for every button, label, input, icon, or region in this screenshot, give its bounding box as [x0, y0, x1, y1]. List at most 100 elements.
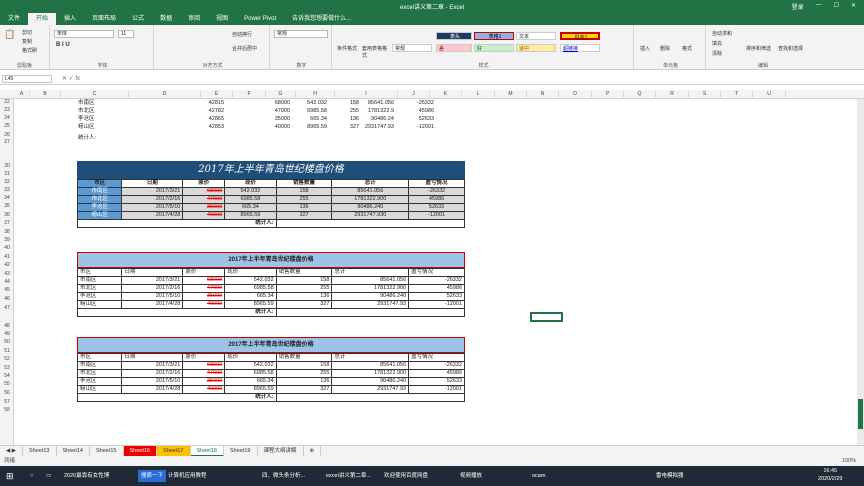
style-finance1[interactable]: 财务1 — [560, 32, 600, 41]
header-cell[interactable]: 原价 — [182, 268, 226, 277]
header-cell[interactable]: 日期 — [121, 353, 184, 362]
col-header-R[interactable]: R — [656, 90, 689, 99]
header-cell[interactable]: 日期 — [121, 268, 184, 277]
cut-button[interactable]: 剪切 — [22, 29, 32, 36]
top-cell[interactable]: 崂山区 — [78, 123, 95, 131]
data-cell[interactable]: 市北区 — [76, 284, 123, 293]
data-cell[interactable]: 2017/3/21 — [121, 276, 184, 285]
data-cell[interactable]: 45986 — [408, 195, 465, 204]
data-cell[interactable]: 2017/2/16 — [121, 195, 184, 204]
style-table1[interactable]: 表格1 — [474, 32, 514, 40]
top-cell[interactable]: 2931747.93 — [364, 123, 394, 131]
data-cell[interactable]: 崂山区 — [76, 211, 123, 220]
fx-icon[interactable]: ✕ ✓ fx — [62, 75, 80, 82]
clock[interactable]: 16:45 2020/2/29 — [818, 467, 842, 482]
col-header-T[interactable]: T — [721, 90, 753, 99]
row-header-40[interactable]: 40 — [0, 245, 14, 251]
wrap-text-button[interactable]: 自动换行 — [232, 31, 252, 38]
data-cell[interactable]: 158 — [275, 276, 333, 285]
row-header-24[interactable]: 24 — [0, 115, 14, 121]
table-format-button[interactable]: 套用表格格式 — [362, 45, 388, 59]
data-cell[interactable]: 68000 — [182, 361, 226, 370]
style-normal[interactable]: 常规 — [392, 44, 432, 52]
data-cell[interactable]: 327 — [275, 300, 333, 309]
data-cell[interactable]: 8965.59 — [224, 385, 277, 394]
header-cell[interactable]: 盈亏情况 — [408, 353, 465, 362]
data-cell[interactable]: 90486.240 — [331, 203, 410, 212]
col-header-F[interactable]: F — [233, 90, 266, 99]
col-header-J[interactable]: J — [398, 90, 430, 99]
data-cell[interactable]: 85641.056 — [331, 361, 410, 370]
tab-5[interactable]: 数据 — [152, 13, 180, 25]
tab-1[interactable]: 开始 — [28, 13, 57, 25]
row-header-58[interactable]: 58 — [0, 407, 14, 413]
data-cell[interactable]: 市南区 — [76, 187, 123, 196]
number-format-select[interactable]: 常规 — [274, 30, 328, 38]
row-header-46[interactable]: 46 — [0, 296, 14, 302]
col-header-C[interactable]: C — [61, 90, 129, 99]
style-bad[interactable]: 差 — [436, 44, 472, 52]
insert-cells-button[interactable]: 插入 — [640, 45, 650, 52]
data-cell[interactable]: 665.34 — [224, 377, 277, 386]
taskbar-item[interactable]: 欢迎使用百度网盘 — [384, 470, 428, 482]
row-header-37[interactable]: 37 — [0, 220, 14, 226]
data-cell[interactable]: 1781322.900 — [331, 369, 410, 378]
row-header-35[interactable]: 35 — [0, 203, 14, 209]
font-name-select[interactable]: 宋体 — [54, 30, 114, 38]
search-icon[interactable]: ○ — [30, 470, 33, 482]
header-cell[interactable]: 盈亏情况 — [408, 179, 465, 188]
row-header-39[interactable]: 39 — [0, 237, 14, 243]
header-cell[interactable]: 现价 — [224, 179, 277, 188]
data-cell[interactable]: 136 — [275, 377, 333, 386]
row-header-55[interactable]: 55 — [0, 381, 14, 387]
data-cell[interactable]: 40000 — [182, 300, 226, 309]
col-header-I[interactable]: I — [335, 90, 398, 99]
delete-cells-button[interactable]: 删除 — [660, 45, 670, 52]
data-cell[interactable]: 40000 — [182, 385, 226, 394]
style-hyperlink[interactable]: 超链接 — [560, 44, 600, 52]
data-cell[interactable]: 542.032 — [224, 187, 277, 196]
data-cell[interactable]: 47000 — [182, 195, 226, 204]
row-header-32[interactable]: 32 — [0, 179, 14, 185]
data-cell[interactable]: 6985.58 — [224, 284, 277, 293]
tab-3[interactable]: 页面布局 — [84, 13, 124, 25]
top-cell[interactable]: 327 — [329, 123, 359, 131]
paste-icon[interactable]: 📋 — [4, 29, 15, 40]
row-header-44[interactable]: 44 — [0, 279, 14, 285]
data-cell[interactable]: 52633 — [408, 377, 465, 386]
row-header-38[interactable]: 38 — [0, 229, 14, 235]
data-cell[interactable]: 崂山区 — [76, 385, 123, 394]
data-cell[interactable]: 45986 — [408, 369, 465, 378]
data-cell[interactable]: -26332 — [408, 187, 465, 196]
header-cell[interactable]: 销售数量 — [275, 268, 333, 277]
bold-button[interactable]: B I U — [56, 42, 70, 48]
data-cell[interactable]: 2017/5/10 — [121, 377, 184, 386]
task-view-icon[interactable]: ▭ — [46, 470, 51, 482]
top-cell[interactable]: 市北区 — [78, 107, 95, 115]
top-cell[interactable]: 136 — [329, 115, 359, 123]
col-header-D[interactable]: D — [129, 90, 201, 99]
row-header-25[interactable]: 25 — [0, 123, 14, 129]
row-header-34[interactable]: 34 — [0, 195, 14, 201]
tab-9[interactable]: 告诉我您想要做什么... — [284, 13, 359, 25]
top-cell[interactable]: 35000 — [260, 115, 290, 123]
data-cell[interactable]: 2017/3/21 — [121, 361, 184, 370]
clear-button[interactable]: 清除 — [712, 50, 722, 57]
style-header[interactable]: 表头 — [436, 32, 472, 40]
header-cell[interactable]: 市区 — [76, 268, 123, 277]
data-cell[interactable]: 2017/4/28 — [121, 300, 184, 309]
col-header-N[interactable]: N — [527, 90, 559, 99]
worksheet-grid[interactable]: 市南区 42815 68000 542.032 158 85641.056 -26332 市北… — [14, 99, 864, 445]
data-cell[interactable]: 李沧区 — [76, 203, 123, 212]
data-cell[interactable]: 90486.240 — [331, 377, 410, 386]
data-cell[interactable]: 327 — [275, 385, 333, 394]
header-cell[interactable]: 总计 — [331, 353, 410, 362]
fill-button[interactable]: 填充 — [712, 40, 722, 47]
row-header-48[interactable]: 48 — [0, 323, 14, 329]
header-cell[interactable]: 总计 — [331, 268, 410, 277]
sheet-tab[interactable]: Sheet15 — [90, 445, 124, 457]
top-cell[interactable]: 8965.59 — [297, 123, 327, 131]
data-cell[interactable]: 2017/3/21 — [121, 187, 184, 196]
top-cell[interactable]: 85641.056 — [364, 99, 394, 107]
row-header-51[interactable]: 51 — [0, 348, 14, 354]
